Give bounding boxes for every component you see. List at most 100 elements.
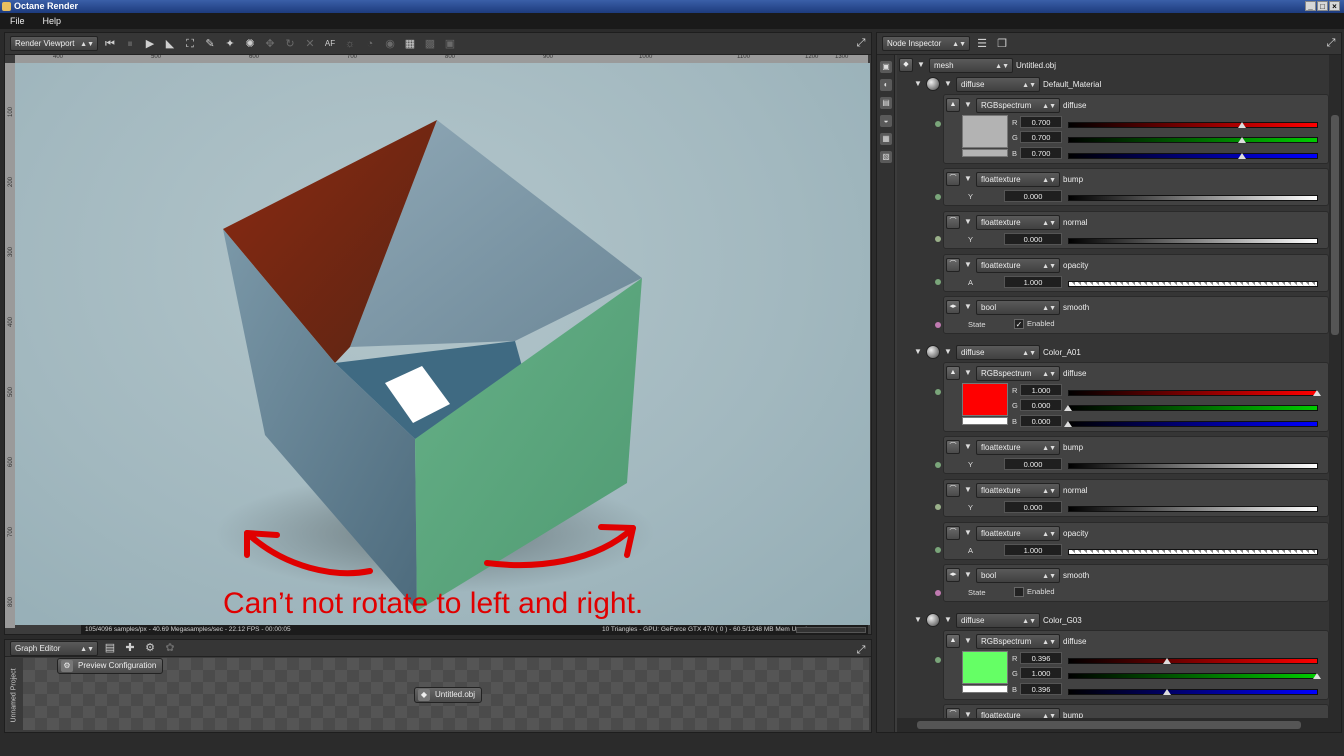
checker-icon[interactable]: ▣ <box>442 36 458 52</box>
texture-type-select[interactable]: bool ▲▼ <box>976 299 1060 315</box>
imager-icon[interactable]: ▤ <box>880 97 892 109</box>
slider-thumb[interactable] <box>1238 122 1246 128</box>
texture-type-select[interactable]: RGBspectrum ▲▼ <box>976 633 1060 649</box>
mesh-type-select[interactable]: mesh ▲▼ <box>929 57 1013 73</box>
texture-type-select[interactable]: RGBspectrum ▲▼ <box>976 97 1060 113</box>
collapse-triangle-icon[interactable]: ▼ <box>963 442 973 452</box>
opacity-slider[interactable] <box>1068 281 1318 287</box>
collapse-triangle-icon[interactable]: ▼ <box>963 485 973 495</box>
normal-slider[interactable] <box>1068 238 1318 244</box>
collapse-triangle-icon[interactable]: ▼ <box>913 79 923 89</box>
texture-type-select[interactable]: floattexture ▲▼ <box>976 525 1060 541</box>
menu-help[interactable]: Help <box>43 13 62 29</box>
texture-type-select[interactable]: floattexture ▲▼ <box>976 439 1060 455</box>
texture-type-select[interactable]: floattexture ▲▼ <box>976 171 1060 187</box>
collapse-triangle-icon[interactable]: ▼ <box>963 100 973 110</box>
scrollbar-thumb[interactable] <box>917 721 1301 729</box>
scrollbar-thumb[interactable] <box>1331 115 1339 335</box>
enabled-checkbox-wrap[interactable]: ✓ Enabled <box>1014 319 1055 330</box>
color-swatch[interactable] <box>962 651 1008 684</box>
b-value-field[interactable]: 0.396 <box>1020 683 1062 695</box>
b-slider[interactable] <box>1068 689 1318 695</box>
collapse-all-icon[interactable]: ☰ <box>974 36 990 52</box>
checkmark-icon[interactable]: ✓ <box>1014 319 1024 330</box>
slider-thumb[interactable] <box>1238 137 1246 143</box>
graph-mode-select[interactable]: Graph Editor ▲▼ <box>10 640 98 656</box>
texture-type-select[interactable]: floattexture ▲▼ <box>976 214 1060 230</box>
g-value-field[interactable]: 1.000 <box>1020 667 1062 679</box>
r-value-field[interactable]: 1.000 <box>1020 384 1062 396</box>
g-value-field[interactable]: 0.000 <box>1020 399 1062 411</box>
material-type-select[interactable]: diffuse ▲▼ <box>956 344 1040 360</box>
region-select-icon[interactable]: ⛶ <box>182 36 198 52</box>
b-value-field[interactable]: 0.700 <box>1020 147 1062 159</box>
normal-value-field[interactable]: 0.000 <box>1004 233 1062 245</box>
add-node-icon[interactable]: ✚ <box>122 640 138 656</box>
collapse-triangle-icon[interactable]: ▼ <box>963 528 973 538</box>
collapse-triangle-icon[interactable]: ▼ <box>943 79 953 89</box>
expand-inspector-icon[interactable]: ⤢ <box>1325 37 1337 49</box>
g-value-field[interactable]: 0.700 <box>1020 131 1062 143</box>
collapse-triangle-icon[interactable]: ▼ <box>963 570 973 580</box>
collapse-triangle-icon[interactable]: ▼ <box>963 217 973 227</box>
slider-thumb[interactable] <box>1163 658 1171 664</box>
sun-icon[interactable]: ☼ <box>342 36 358 52</box>
enabled-checkbox-wrap[interactable]: Enabled <box>1014 587 1055 598</box>
play-icon[interactable]: ▶ <box>142 36 158 52</box>
minimize-button[interactable]: _ <box>1305 1 1316 11</box>
normal-value-field[interactable]: 0.000 <box>1004 501 1062 513</box>
slider-thumb[interactable] <box>1238 153 1246 159</box>
b-slider[interactable] <box>1068 421 1318 427</box>
render-canvas[interactable]: Can’t not rotate to left and right. <box>15 63 870 625</box>
settings-icon[interactable]: ▧ <box>880 151 892 163</box>
film-region-icon[interactable]: ▦ <box>402 36 418 52</box>
g-slider[interactable] <box>1068 673 1318 679</box>
opacity-value-field[interactable]: 1.000 <box>1004 276 1062 288</box>
node-settings-icon[interactable]: ⚙ <box>142 640 158 656</box>
grid-icon[interactable]: ▩ <box>422 36 438 52</box>
expand-graph-icon[interactable]: ⤢ <box>855 644 867 656</box>
viewport-mode-select[interactable]: Render Viewport ▲▼ <box>10 36 98 51</box>
collapse-triangle-icon[interactable]: ▼ <box>963 174 973 184</box>
maximize-button[interactable]: □ <box>1317 1 1328 11</box>
project-tab[interactable]: Unnamed Project <box>7 658 23 730</box>
collapse-triangle-icon[interactable]: ▼ <box>963 260 973 270</box>
texture-type-select[interactable]: floattexture ▲▼ <box>976 482 1060 498</box>
preview-configuration-node[interactable]: ⚙ Preview Configuration <box>57 658 164 674</box>
arrange-nodes-icon[interactable]: ✿ <box>162 640 178 656</box>
collapse-triangle-icon[interactable]: ▼ <box>916 60 926 70</box>
r-value-field[interactable]: 0.396 <box>1020 652 1062 664</box>
collapse-triangle-icon[interactable]: ▼ <box>943 615 953 625</box>
slider-thumb[interactable] <box>1163 689 1171 695</box>
g-slider[interactable] <box>1068 137 1318 143</box>
environment-icon[interactable]: ◐ <box>880 79 892 91</box>
r-slider[interactable] <box>1068 122 1318 128</box>
collapse-triangle-icon[interactable]: ▼ <box>963 368 973 378</box>
bump-slider[interactable] <box>1068 195 1318 201</box>
opacity-value-field[interactable]: 1.000 <box>1004 544 1062 556</box>
close-button[interactable]: × <box>1329 1 1340 11</box>
white-balance-icon[interactable]: ✥ <box>262 36 278 52</box>
inspector-mode-select[interactable]: Node Inspector ▲▼ <box>882 36 970 51</box>
r-slider[interactable] <box>1068 658 1318 664</box>
collapse-triangle-icon[interactable]: ▼ <box>943 347 953 357</box>
image-icon[interactable]: ▦ <box>880 133 892 145</box>
pick-material-icon[interactable]: ✎ <box>202 36 218 52</box>
autofocus-icon[interactable]: AF <box>322 36 338 52</box>
camera-reset-icon[interactable]: ◣ <box>162 36 178 52</box>
slider-thumb[interactable] <box>1313 673 1321 679</box>
texture-type-select[interactable]: RGBspectrum ▲▼ <box>976 365 1060 381</box>
bump-slider[interactable] <box>1068 463 1318 469</box>
restart-render-icon[interactable]: ⏮ <box>102 36 118 52</box>
focus-picker-icon[interactable]: ✺ <box>242 36 258 52</box>
mesh-node[interactable]: ◆ Untitled.obj <box>414 687 483 703</box>
texture-type-select[interactable]: floattexture ▲▼ <box>976 707 1060 718</box>
collapse-triangle-icon[interactable]: ▼ <box>913 347 923 357</box>
g-slider[interactable] <box>1068 405 1318 411</box>
slider-thumb[interactable] <box>1064 405 1072 411</box>
inspector-vertical-scrollbar[interactable] <box>1329 55 1341 718</box>
bump-value-field[interactable]: 0.000 <box>1004 190 1062 202</box>
kernel-icon[interactable]: ◒ <box>880 115 892 127</box>
opacity-slider[interactable] <box>1068 549 1318 555</box>
globe-icon[interactable]: ◉ <box>382 36 398 52</box>
